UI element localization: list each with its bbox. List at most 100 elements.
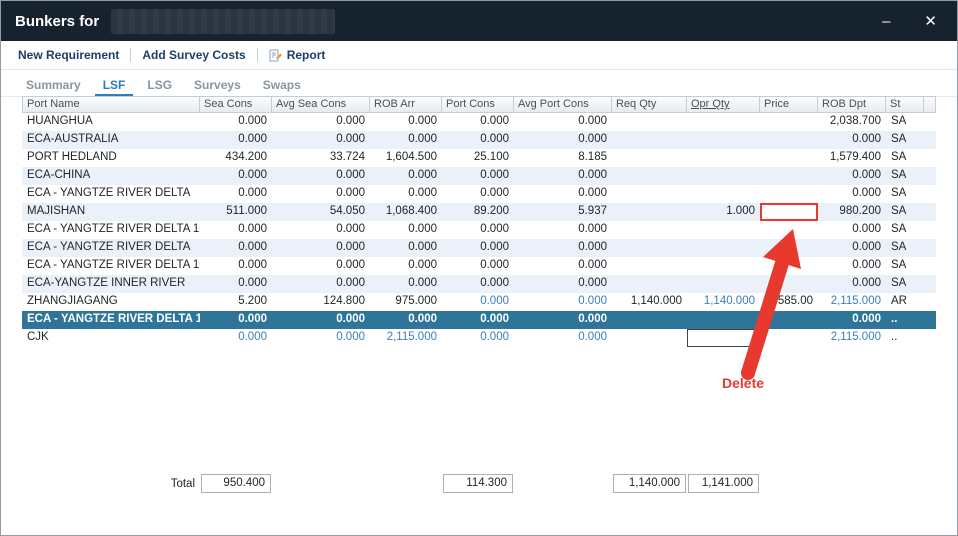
cell-price[interactable] — [760, 203, 818, 221]
table-row-majishan[interactable]: MAJISHAN511.00054.0501,068.40089.2005.93… — [22, 203, 936, 221]
window-title: Bunkers for — [15, 13, 99, 30]
column-header-req-qty[interactable]: Req Qty — [612, 96, 687, 113]
minimize-button[interactable]: – — [882, 14, 890, 29]
table-row-port-hedland[interactable]: PORT HEDLAND434.20033.7241,604.50025.100… — [22, 149, 936, 167]
column-header-port-cons[interactable]: Port Cons — [442, 96, 514, 113]
cell-avg-sea-cons: 0.000 — [272, 221, 370, 239]
cell-price — [760, 113, 818, 131]
tabs: Summary LSFLSG Surveys Swaps — [1, 70, 957, 97]
total-req-qty: 1,140.000 — [613, 474, 686, 493]
column-header-st[interactable]: St — [886, 96, 924, 113]
titlebar: Bunkers for – ✕ — [1, 1, 957, 41]
cell-port-cons: 0.000 — [442, 185, 514, 203]
cell-avg-sea-cons: 0.000 — [272, 131, 370, 149]
table-row-eca-china[interactable]: ECA-CHINA0.0000.0000.0000.0000.0000.000S… — [22, 167, 936, 185]
cell-opr-qty[interactable] — [687, 329, 760, 347]
table-row-eca-australia[interactable]: ECA-AUSTRALIA0.0000.0000.0000.0000.0000.… — [22, 131, 936, 149]
cell-opr-qty — [687, 275, 760, 293]
cell-sea-cons: 434.200 — [200, 149, 272, 167]
cell-avg-port-cons: 0.000 — [514, 221, 612, 239]
cell-avg-sea-cons: 0.000 — [272, 329, 370, 347]
column-header-rob-dpt[interactable]: ROB Dpt — [818, 96, 886, 113]
tab-surveys[interactable]: Surveys — [186, 73, 249, 96]
table-row-cjk[interactable]: CJK0.0000.0002,115.0000.0000.0002,115.00… — [22, 329, 936, 347]
cell-req-qty — [612, 311, 687, 329]
column-header-opr-qty[interactable]: Opr Qty — [687, 96, 760, 113]
cell-opr-qty — [687, 257, 760, 275]
tab-summary[interactable]: Summary — [18, 73, 89, 96]
toolbar: New Requirement Add Survey Costs Report — [1, 41, 957, 70]
cell-price — [760, 257, 818, 275]
cell-port-cons: 89.200 — [442, 203, 514, 221]
cell-rob-dpt: 0.000 — [818, 311, 886, 329]
cell-req-qty — [612, 329, 687, 347]
total-sea-cons: 950.400 — [201, 474, 271, 493]
cell-sea-cons: 0.000 — [200, 221, 272, 239]
column-header-avg-sea-cons[interactable]: Avg Sea Cons — [272, 96, 370, 113]
cell-rob-arr: 0.000 — [370, 113, 442, 131]
tab-lsg[interactable]: LSG — [139, 73, 180, 96]
cell-st: SA — [886, 275, 924, 293]
cell-price — [760, 167, 818, 185]
cell-avg-port-cons: 0.000 — [514, 311, 612, 329]
cell-opr-qty — [687, 311, 760, 329]
table-row-eca-yangtze-river-delta-10[interactable]: ECA - YANGTZE RIVER DELTA 10(0.0000.0000… — [22, 311, 936, 329]
cell-avg-sea-cons: 33.724 — [272, 149, 370, 167]
close-button[interactable]: ✕ — [924, 14, 937, 29]
cell-price — [760, 221, 818, 239]
cell-req-qty: 1,140.000 — [612, 293, 687, 311]
cell-sea-cons: 0.000 — [200, 167, 272, 185]
tab-lsf[interactable]: LSF — [95, 73, 134, 96]
total-port-cons: 114.300 — [443, 474, 513, 493]
cell-req-qty — [612, 131, 687, 149]
cell-sea-cons: 0.000 — [200, 131, 272, 149]
cell-rob-arr: 0.000 — [370, 275, 442, 293]
table-row-eca-yangtze-river-delta-10[interactable]: ECA - YANGTZE RIVER DELTA 10(0.0000.0000… — [22, 221, 936, 239]
table-row-eca-yangtze-river-delta[interactable]: ECA - YANGTZE RIVER DELTA0.0000.0000.000… — [22, 185, 936, 203]
cell-port-name: CJK — [22, 329, 200, 347]
cell-port-cons: 0.000 — [442, 293, 514, 311]
report-link[interactable]: Report — [269, 48, 326, 62]
column-header-sea-cons[interactable]: Sea Cons — [200, 96, 272, 113]
column-header-rob-arr[interactable]: ROB Arr — [370, 96, 442, 113]
table-row-eca-yangtze-inner-river[interactable]: ECA-YANGTZE INNER RIVER0.0000.0000.0000.… — [22, 275, 936, 293]
tab-swaps[interactable]: Swaps — [255, 73, 309, 96]
cell-avg-port-cons: 0.000 — [514, 167, 612, 185]
table-row-zhangjiagang[interactable]: ZHANGJIAGANG5.200124.800975.0000.0000.00… — [22, 293, 936, 311]
cell-rob-dpt: 980.200 — [818, 203, 886, 221]
column-header-avg-port-cons[interactable]: Avg Port Cons — [514, 96, 612, 113]
cell-avg-sea-cons: 0.000 — [272, 167, 370, 185]
cell-st: SA — [886, 203, 924, 221]
table-row-eca-yangtze-river-delta-10[interactable]: ECA - YANGTZE RIVER DELTA 10(0.0000.0000… — [22, 257, 936, 275]
cell-st: SA — [886, 113, 924, 131]
cell-rob-arr: 0.000 — [370, 167, 442, 185]
cell-opr-qty — [687, 167, 760, 185]
cell-port-name: ECA - YANGTZE RIVER DELTA 10( — [22, 311, 200, 329]
cell-sea-cons: 0.000 — [200, 239, 272, 257]
cell-port-cons: 0.000 — [442, 257, 514, 275]
cell-st: SA — [886, 149, 924, 167]
column-header-filler — [924, 96, 936, 113]
cell-rob-arr: 0.000 — [370, 239, 442, 257]
cell-port-name: ECA-CHINA — [22, 167, 200, 185]
cell-st: SA — [886, 239, 924, 257]
cell-avg-port-cons: 0.000 — [514, 257, 612, 275]
report-label: Report — [287, 48, 326, 62]
column-header-price[interactable]: Price — [760, 96, 818, 113]
add-survey-costs-link[interactable]: Add Survey Costs — [142, 48, 245, 62]
cell-port-name: HUANGHUA — [22, 113, 200, 131]
cell-rob-dpt: 0.000 — [818, 257, 886, 275]
total-label: Total — [171, 478, 195, 490]
cell-avg-port-cons: 0.000 — [514, 239, 612, 257]
cell-avg-port-cons: 0.000 — [514, 185, 612, 203]
column-header-port-name[interactable]: Port Name — [22, 96, 200, 113]
table-row-eca-yangtze-river-delta[interactable]: ECA - YANGTZE RIVER DELTA0.0000.0000.000… — [22, 239, 936, 257]
cell-port-cons: 0.000 — [442, 131, 514, 149]
table-row-huanghua[interactable]: HUANGHUA0.0000.0000.0000.0000.0002,038.7… — [22, 113, 936, 131]
cell-sea-cons: 0.000 — [200, 113, 272, 131]
new-requirement-link[interactable]: New Requirement — [18, 48, 119, 62]
cell-opr-qty — [687, 239, 760, 257]
cell-avg-port-cons: 8.185 — [514, 149, 612, 167]
cell-opr-qty — [687, 149, 760, 167]
toolbar-separator — [130, 48, 131, 62]
